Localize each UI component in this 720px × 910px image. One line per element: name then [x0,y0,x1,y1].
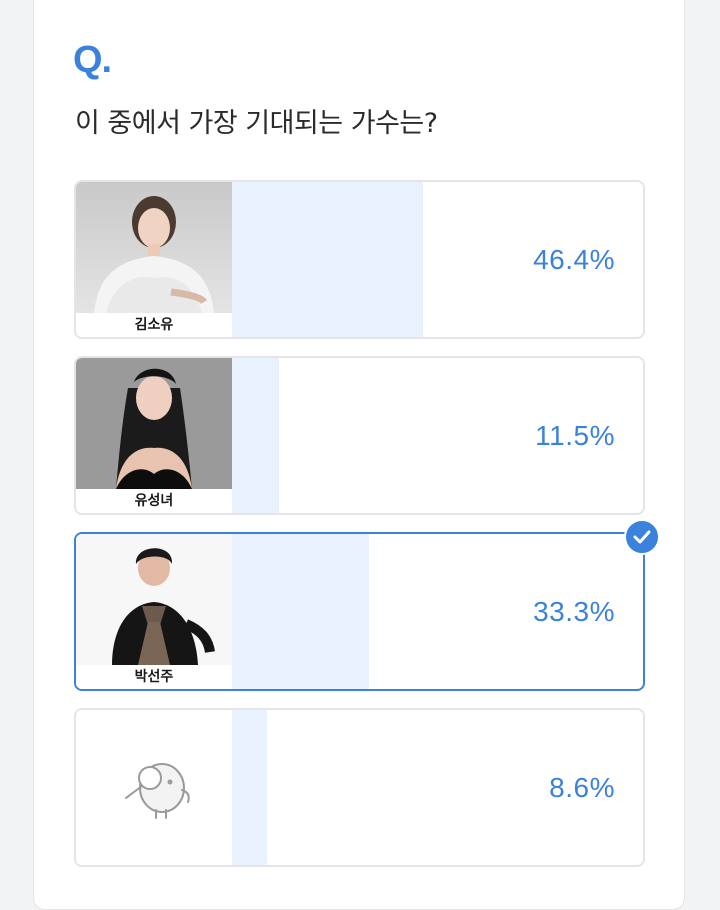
option-thumbnail [76,710,232,865]
option-percent: 33.3% [533,595,615,627]
result-bar [232,710,267,865]
poll-option-3[interactable]: 박선주 33.3% [74,532,645,691]
option-name: 박선주 [134,669,174,685]
result-bar [232,358,279,513]
result-bar [232,534,369,689]
singer-photo [76,182,232,313]
option-percent: 8.6% [549,771,615,803]
poll-option-4[interactable]: 8.6% [74,708,645,867]
check-icon [624,519,660,555]
singer-photo [76,358,232,489]
magnifier-mascot-icon [76,710,232,865]
result-bar [232,182,423,337]
option-thumbnail: 유성녀 [76,358,232,513]
option-percent: 11.5% [535,419,615,451]
poll-option-2[interactable]: 유성녀 11.5% [74,356,645,515]
option-name: 유성녀 [134,493,174,509]
singer-photo [76,534,232,665]
option-name: 김소유 [134,317,174,333]
question-mark-label: Q. [73,39,112,81]
option-percent: 46.4% [533,243,615,275]
poll-option-1[interactable]: 김소유 46.4% [74,180,645,339]
option-thumbnail: 박선주 [76,534,232,689]
option-thumbnail: 김소유 [76,182,232,337]
poll-question: 이 중에서 가장 기대되는 가수는? [75,108,438,139]
